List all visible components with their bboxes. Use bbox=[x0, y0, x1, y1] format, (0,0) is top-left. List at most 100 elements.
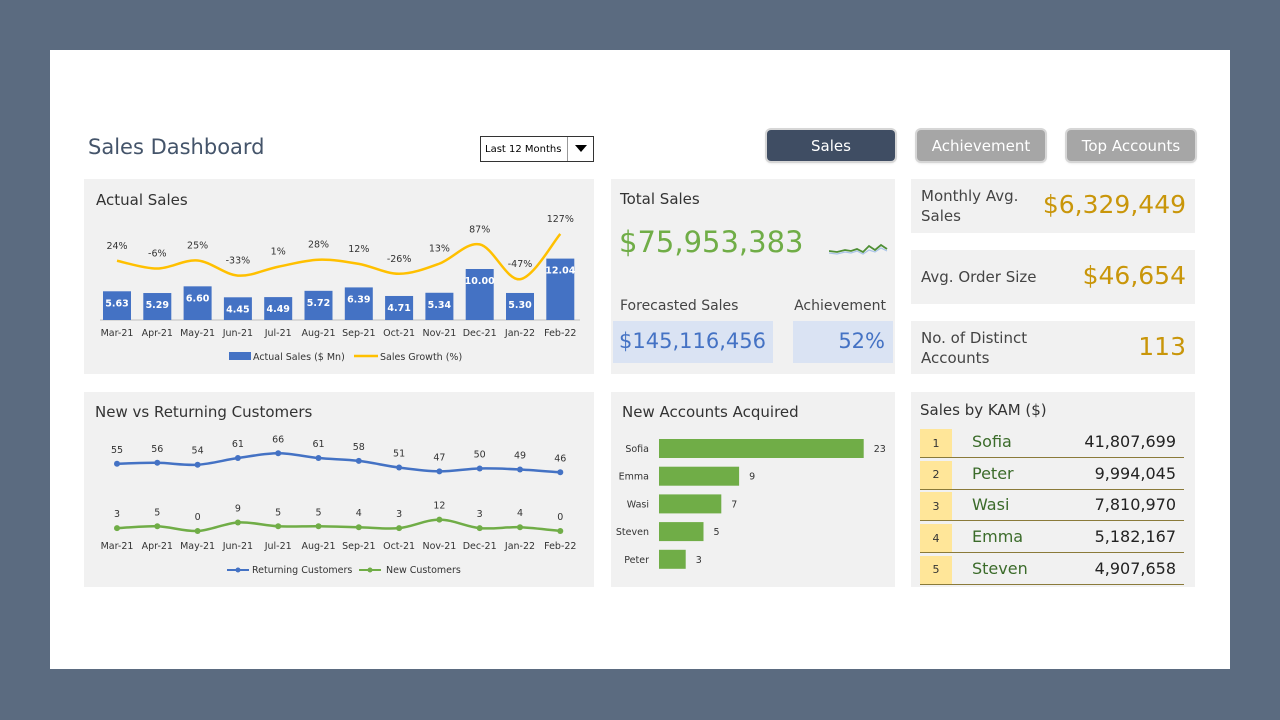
legend-returning-label: Returning Customers bbox=[252, 565, 352, 576]
account-value-label: 7 bbox=[731, 499, 737, 510]
actual-sales-panel: Actual Sales 5.63 Mar-21 5.29 Apr-21 6.60 May… bbox=[84, 179, 594, 374]
new-point bbox=[315, 523, 322, 530]
new-value-label: 3 bbox=[477, 509, 483, 520]
kam-rank: 2 bbox=[920, 460, 952, 489]
returning-line bbox=[116, 452, 561, 474]
sales-bar-label: 4.49 bbox=[266, 304, 289, 315]
growth-label: -33% bbox=[226, 256, 251, 267]
new-value-label: 3 bbox=[114, 509, 120, 520]
x-tick-label: Aug-21 bbox=[301, 541, 335, 552]
sales-bar-label: 12.04 bbox=[545, 266, 575, 277]
period-dropdown-value: Last 12 Months bbox=[485, 143, 562, 155]
sales-button[interactable]: Sales bbox=[767, 130, 895, 161]
total-sales-title: Total Sales bbox=[620, 190, 700, 208]
sales-bar-label: 10.00 bbox=[465, 276, 495, 287]
new-point bbox=[557, 528, 564, 534]
forecast-label: Forecasted Sales bbox=[620, 298, 739, 314]
period-dropdown[interactable]: Last 12 Months bbox=[480, 136, 594, 162]
new-point bbox=[517, 524, 523, 531]
returning-point bbox=[114, 460, 120, 467]
monthly-avg-label-line2: Sales bbox=[921, 207, 961, 225]
new-point bbox=[476, 525, 483, 532]
x-tick-label: Jun-21 bbox=[222, 328, 253, 339]
kam-row: 1 Sofia 41,807,699 bbox=[920, 428, 1184, 458]
growth-line bbox=[116, 233, 562, 281]
account-category-label: Peter bbox=[624, 555, 649, 566]
kam-name: Sofia bbox=[972, 432, 1012, 451]
returning-point bbox=[194, 461, 201, 468]
x-tick-label: Jan-22 bbox=[504, 541, 535, 552]
returning-value-label: 46 bbox=[554, 453, 566, 464]
returning-point bbox=[275, 450, 282, 457]
account-bar bbox=[659, 439, 864, 458]
x-tick-label: Oct-21 bbox=[383, 541, 415, 552]
monthly-avg-label-line1: Monthly Avg. bbox=[921, 187, 1019, 205]
growth-label: 127% bbox=[547, 214, 574, 225]
achievement-value: 52% bbox=[838, 329, 885, 353]
kam-rank: 5 bbox=[920, 555, 952, 584]
top-accounts-button[interactable]: Top Accounts bbox=[1067, 130, 1195, 161]
sales-bar-label: 5.29 bbox=[146, 300, 169, 311]
kam-row: 3 Wasi 7,810,970 bbox=[920, 491, 1184, 522]
returning-point bbox=[476, 465, 483, 472]
x-tick-label: Jan-22 bbox=[504, 328, 535, 339]
returning-value-label: 61 bbox=[312, 439, 324, 450]
returning-value-label: 55 bbox=[111, 445, 123, 456]
account-bar bbox=[659, 549, 686, 569]
x-tick-label: Apr-21 bbox=[142, 328, 173, 339]
legend-new-label: New Customers bbox=[386, 565, 461, 576]
achievement-button[interactable]: Achievement bbox=[917, 130, 1045, 161]
order-size-label: Avg. Order Size bbox=[921, 268, 1037, 286]
chevron-down-icon[interactable] bbox=[567, 137, 593, 161]
returning-value-label: 54 bbox=[192, 446, 204, 457]
new-value-label: 3 bbox=[396, 509, 402, 520]
returning-value-label: 56 bbox=[151, 444, 163, 455]
account-category-label: Steven bbox=[616, 527, 649, 538]
x-tick-label: Dec-21 bbox=[463, 328, 497, 339]
new-accounts-panel: New Accounts Acquired Sofia 23 Emma 9 Wasi 7 S… bbox=[611, 392, 895, 587]
returning-point bbox=[234, 455, 241, 462]
growth-label: 25% bbox=[187, 241, 208, 252]
new-value-label: 4 bbox=[356, 508, 362, 519]
returning-point bbox=[396, 464, 403, 471]
account-category-label: Wasi bbox=[627, 499, 649, 510]
x-tick-label: Apr-21 bbox=[142, 541, 173, 552]
growth-label: -47% bbox=[508, 259, 533, 270]
returning-point bbox=[355, 457, 362, 464]
page-title: Sales Dashboard bbox=[88, 135, 265, 159]
customers-panel: New vs Returning Customers 55 56 54 61 66 61 5… bbox=[84, 392, 594, 587]
returning-value-label: 51 bbox=[393, 449, 405, 460]
new-value-label: 0 bbox=[557, 512, 563, 523]
monthly-avg-card: Monthly Avg. Sales $6,329,449 bbox=[911, 179, 1195, 233]
returning-point bbox=[154, 459, 161, 466]
kam-name: Steven bbox=[972, 558, 1028, 578]
new-value-label: 0 bbox=[195, 512, 201, 523]
kam-value: 9,994,045 bbox=[1094, 463, 1176, 483]
achievement-box: 52% bbox=[793, 321, 893, 363]
new-value-label: 5 bbox=[154, 507, 160, 518]
distinct-accounts-label: No. of Distinct Accounts bbox=[921, 328, 1027, 368]
x-tick-label: Feb-22 bbox=[544, 541, 576, 552]
kam-name: Peter bbox=[972, 463, 1014, 483]
distinct-accounts-value: 113 bbox=[1138, 332, 1186, 361]
kam-rank: 4 bbox=[920, 524, 952, 553]
distinct-accounts-label-line2: Accounts bbox=[921, 349, 990, 367]
new-point bbox=[355, 524, 362, 531]
x-tick-label: Mar-21 bbox=[101, 328, 134, 339]
kam-value: 7,810,970 bbox=[1094, 495, 1176, 515]
x-tick-label: Nov-21 bbox=[422, 541, 456, 552]
monthly-avg-value: $6,329,449 bbox=[1042, 190, 1186, 219]
returning-value-label: 49 bbox=[514, 450, 526, 461]
x-tick-label: May-21 bbox=[180, 541, 215, 552]
returning-point bbox=[557, 469, 564, 476]
x-tick-label: Aug-21 bbox=[301, 328, 335, 339]
x-tick-label: Jul-21 bbox=[264, 541, 292, 552]
sales-bar-label: 4.71 bbox=[387, 303, 410, 314]
kam-row: 4 Emma 5,182,167 bbox=[920, 523, 1184, 554]
sales-bar-label: 5.63 bbox=[105, 298, 128, 309]
new-point bbox=[396, 525, 403, 532]
new-value-label: 9 bbox=[235, 503, 241, 514]
legend-returning-marker bbox=[235, 567, 241, 573]
x-tick-label: Feb-22 bbox=[544, 328, 576, 339]
account-bar bbox=[659, 522, 704, 542]
